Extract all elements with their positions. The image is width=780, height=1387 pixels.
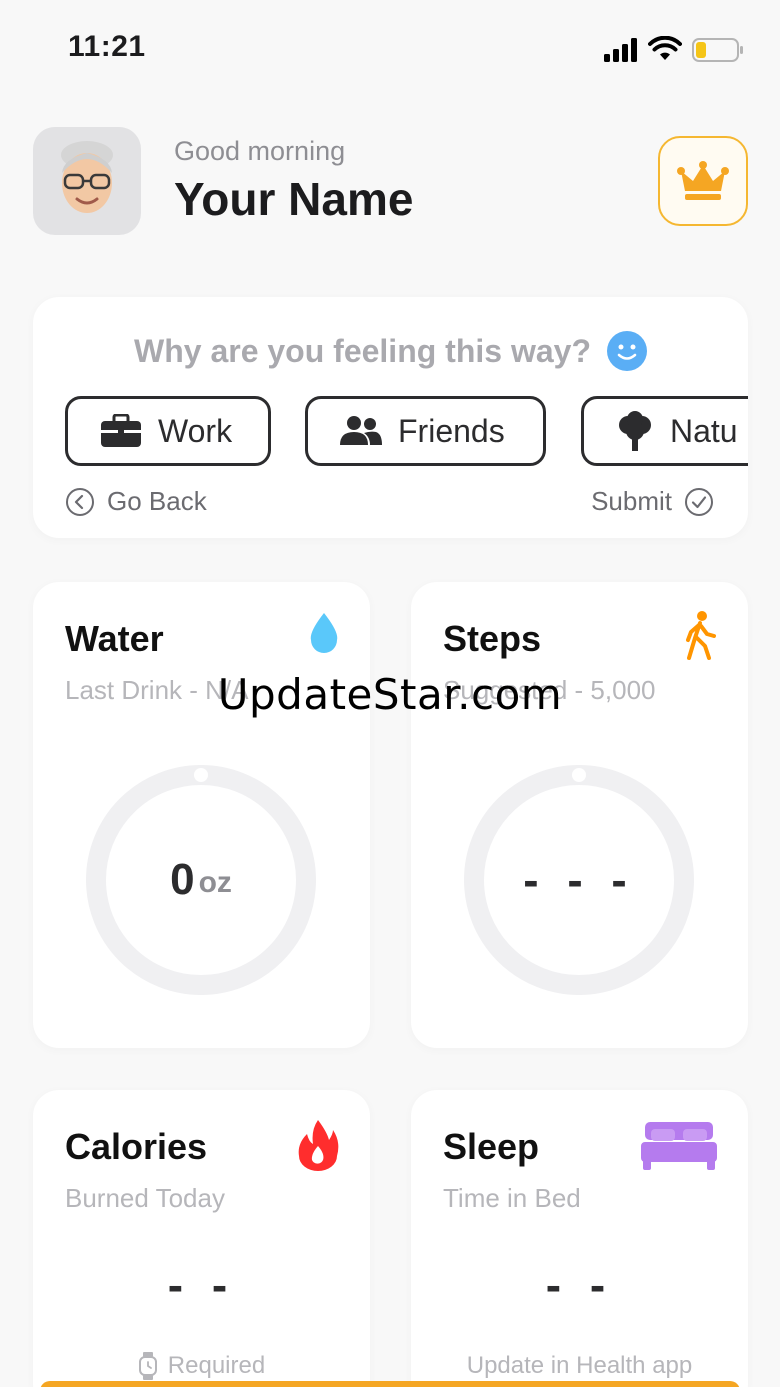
feeling-question-text: Why are you feeling this way? bbox=[134, 332, 591, 369]
steps-count: - - - bbox=[523, 854, 635, 906]
bed-icon bbox=[641, 1122, 717, 1170]
water-unit: oz bbox=[198, 866, 232, 899]
premium-button[interactable] bbox=[658, 136, 748, 226]
water-card[interactable]: Water Last Drink - N/A 0 oz bbox=[33, 582, 370, 1048]
friends-icon bbox=[340, 416, 382, 445]
sleep-card[interactable]: Sleep Time in Bed - - Update in Health a… bbox=[411, 1090, 748, 1387]
crown-icon bbox=[677, 161, 729, 200]
water-amount: 0 bbox=[170, 855, 195, 904]
watermark: UpdateStar.com bbox=[217, 670, 563, 719]
chip-label: Friends bbox=[398, 412, 505, 449]
signal-icon bbox=[604, 38, 637, 62]
chip-label: Natu bbox=[670, 412, 738, 449]
steps-card[interactable]: Steps Suggested - 5,000 - - - bbox=[411, 582, 748, 1048]
water-value: 0 oz bbox=[86, 765, 316, 995]
calories-footnote: Required bbox=[33, 1352, 370, 1380]
water-title: Water bbox=[65, 618, 164, 659]
tree-icon bbox=[619, 411, 651, 451]
water-drop-icon bbox=[310, 613, 338, 653]
feeling-card: Why are you feeling this way? Work Frien… bbox=[33, 297, 748, 538]
steps-value: - - - bbox=[464, 765, 694, 995]
calories-title: Calories bbox=[65, 1126, 208, 1167]
chip-label: Work bbox=[158, 412, 233, 449]
smile-icon bbox=[606, 331, 647, 371]
feeling-question: Why are you feeling this way? bbox=[33, 331, 748, 371]
chip-work[interactable]: Work bbox=[65, 396, 271, 466]
sleep-title: Sleep bbox=[443, 1126, 540, 1167]
chip-nature[interactable]: Natu bbox=[581, 396, 748, 466]
sleep-value: - - bbox=[545, 1259, 614, 1311]
chevron-left-circle-icon bbox=[66, 487, 94, 516]
submit-label: Submit bbox=[591, 486, 672, 516]
calories-footnote-text: Required bbox=[167, 1352, 266, 1379]
sleep-subtitle: Time in Bed bbox=[443, 1183, 581, 1213]
go-back-label: Go Back bbox=[107, 486, 207, 516]
watch-icon bbox=[138, 1352, 157, 1380]
avatar[interactable] bbox=[33, 127, 141, 235]
briefcase-icon bbox=[101, 414, 141, 447]
status-time: 11:21 bbox=[68, 30, 146, 63]
checkmark-circle-icon bbox=[685, 487, 713, 516]
walking-icon bbox=[686, 611, 716, 660]
calories-subtitle: Burned Today bbox=[65, 1183, 225, 1213]
submit-button[interactable]: Submit bbox=[591, 486, 714, 517]
status-bar: 11:21 bbox=[0, 0, 780, 100]
user-name: Your Name bbox=[174, 173, 414, 225]
bottom-action-bar[interactable] bbox=[40, 1381, 740, 1387]
wifi-icon bbox=[648, 36, 682, 60]
battery-icon bbox=[692, 38, 743, 62]
sleep-footnote[interactable]: Update in Health app bbox=[411, 1352, 748, 1380]
chip-friends[interactable]: Friends bbox=[305, 396, 546, 466]
go-back-button[interactable]: Go Back bbox=[65, 486, 207, 517]
calories-card[interactable]: Calories Burned Today - - Required bbox=[33, 1090, 370, 1387]
memoji-avatar-icon bbox=[61, 141, 113, 213]
steps-title: Steps bbox=[443, 618, 542, 659]
calories-value: - - bbox=[167, 1259, 236, 1311]
flame-icon bbox=[298, 1120, 339, 1171]
sleep-footnote-text: Update in Health app bbox=[466, 1352, 693, 1379]
greeting-text: Good morning bbox=[174, 136, 346, 166]
